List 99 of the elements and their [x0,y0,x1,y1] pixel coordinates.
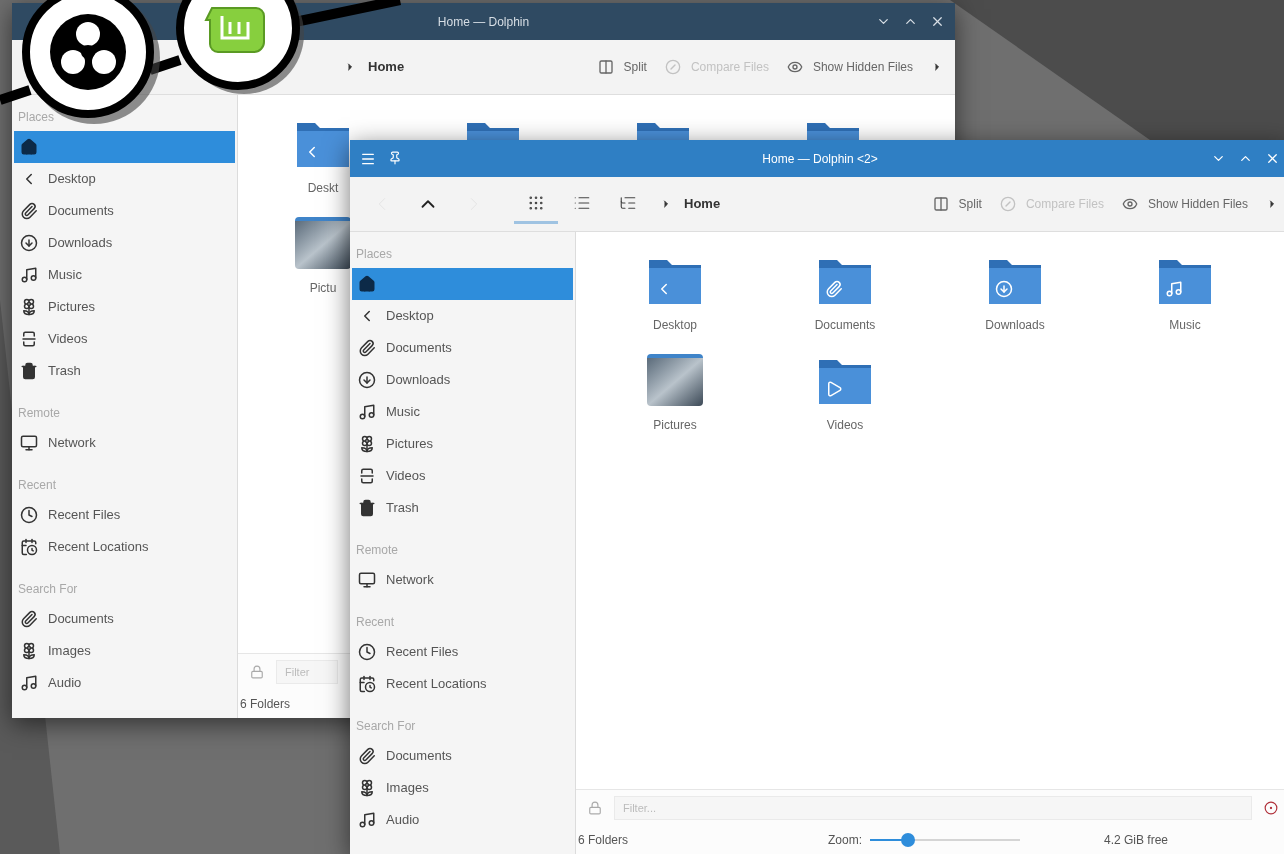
place-item[interactable] [352,268,573,300]
split-button[interactable]: Split [597,58,647,76]
place-item[interactable]: Videos [14,323,235,355]
status-text: 6 Folders [240,696,292,713]
trash-icon [358,499,376,517]
place-item[interactable]: Downloads [352,364,573,396]
place-item[interactable]: Documents [352,740,573,772]
place-item[interactable]: Music [14,259,235,291]
flower-icon [20,298,38,316]
monitor-icon [20,434,38,452]
place-item[interactable]: Trash [14,355,235,387]
breadcrumb-home[interactable]: Home [678,194,727,214]
folder-label[interactable]: Documents [814,316,876,334]
folder-label[interactable]: Deskt [307,179,339,197]
download-icon [358,371,376,389]
section-heading: Places [355,246,394,263]
close-button[interactable] [1265,151,1280,166]
place-item[interactable]: Audio [352,804,573,836]
window-title: Home — Dolphin <2> [762,150,878,168]
calendar-icon [358,675,376,693]
split-icon [597,59,614,75]
place-item[interactable]: Images [14,635,235,667]
place-item[interactable]: Images [352,772,573,804]
section-heading: Remote [355,542,400,559]
calendar-icon [20,538,38,556]
folder-label[interactable]: Pictu [309,279,337,297]
hidden-button[interactable]: Show Hidden Files [1121,195,1248,213]
filter-field[interactable]: Filter [276,660,338,684]
flower-icon [358,779,376,797]
icons-view-icon [527,193,545,212]
lock-icon[interactable] [250,665,264,679]
zoom-label: Zoom: [828,832,862,849]
close-button[interactable] [930,14,945,29]
slider-handle[interactable] [900,833,915,847]
paperclip-icon [20,202,38,220]
place-item[interactable]: Recent Locations [352,668,573,700]
split-button[interactable]: Split [932,195,982,213]
breadcrumb-home[interactable]: Home [362,57,411,77]
monitor-icon [358,571,376,589]
compare-icon [664,59,681,75]
place-item[interactable]: Audio [14,667,235,699]
folder-label[interactable]: Downloads [985,316,1045,334]
place-item[interactable]: Recent Files [14,499,235,531]
clock-icon [358,643,376,661]
music-note-icon [20,266,38,284]
place-item[interactable]: Videos [352,460,573,492]
section-heading: Remote [17,405,62,422]
section-heading: Search For [355,718,417,735]
folder-label[interactable]: Desktop [653,316,697,334]
section-heading: Search For [17,581,79,598]
download-icon [20,234,38,252]
lock-icon[interactable] [588,801,602,815]
pin-icon[interactable] [388,150,402,165]
place-item[interactable]: Recent Files [352,636,573,668]
free-space-text: 4.2 GiB free [1104,832,1169,849]
filter-field[interactable]: Filter... [614,796,1252,820]
zoom-slider[interactable] [870,833,1020,847]
eye-icon [1121,196,1138,212]
section-heading: Recent [17,477,58,494]
place-item[interactable] [14,131,235,163]
compare-icon [999,196,1016,212]
hidden-button[interactable]: Show Hidden Files [786,58,913,76]
paperclip-icon [358,747,376,765]
place-item[interactable]: Documents [14,603,235,635]
place-item[interactable]: Music [352,396,573,428]
trash-icon [20,362,38,380]
clock-icon [20,506,38,524]
place-item[interactable]: Documents [14,195,235,227]
place-item[interactable]: Network [352,564,573,596]
flower-icon [20,642,38,660]
flower-icon [358,435,376,453]
close-filter-icon[interactable] [1264,801,1278,815]
place-item[interactable]: Desktop [352,300,573,332]
status-text: 6 Folders [578,832,630,849]
picture-folder-icon [647,354,703,406]
section-heading: Recent [355,614,396,631]
place-item[interactable]: Documents [352,332,573,364]
place-item[interactable]: Network [14,427,235,459]
home-icon [358,275,376,293]
folder-label[interactable]: Videos [826,416,864,434]
place-item[interactable]: Trash [352,492,573,524]
paperclip-icon [358,339,376,357]
split-icon [932,196,949,212]
place-item[interactable]: Desktop [14,163,235,195]
picture-folder-icon [295,217,351,269]
place-item[interactable]: Pictures [352,428,573,460]
paperclip-icon [20,610,38,628]
music-note-icon [358,403,376,421]
home-icon [20,138,38,156]
window-title: Home — Dolphin [437,13,530,31]
place-item[interactable]: Recent Locations [14,531,235,563]
eye-icon [786,59,803,75]
folder-label[interactable]: Music [1169,316,1201,334]
folder-label[interactable]: Pictures [653,416,697,434]
place-item[interactable]: Pictures [14,291,235,323]
music-note-icon [20,674,38,692]
music-note-icon [358,811,376,829]
section-heading: Places [17,109,56,126]
place-item[interactable]: Downloads [14,227,235,259]
